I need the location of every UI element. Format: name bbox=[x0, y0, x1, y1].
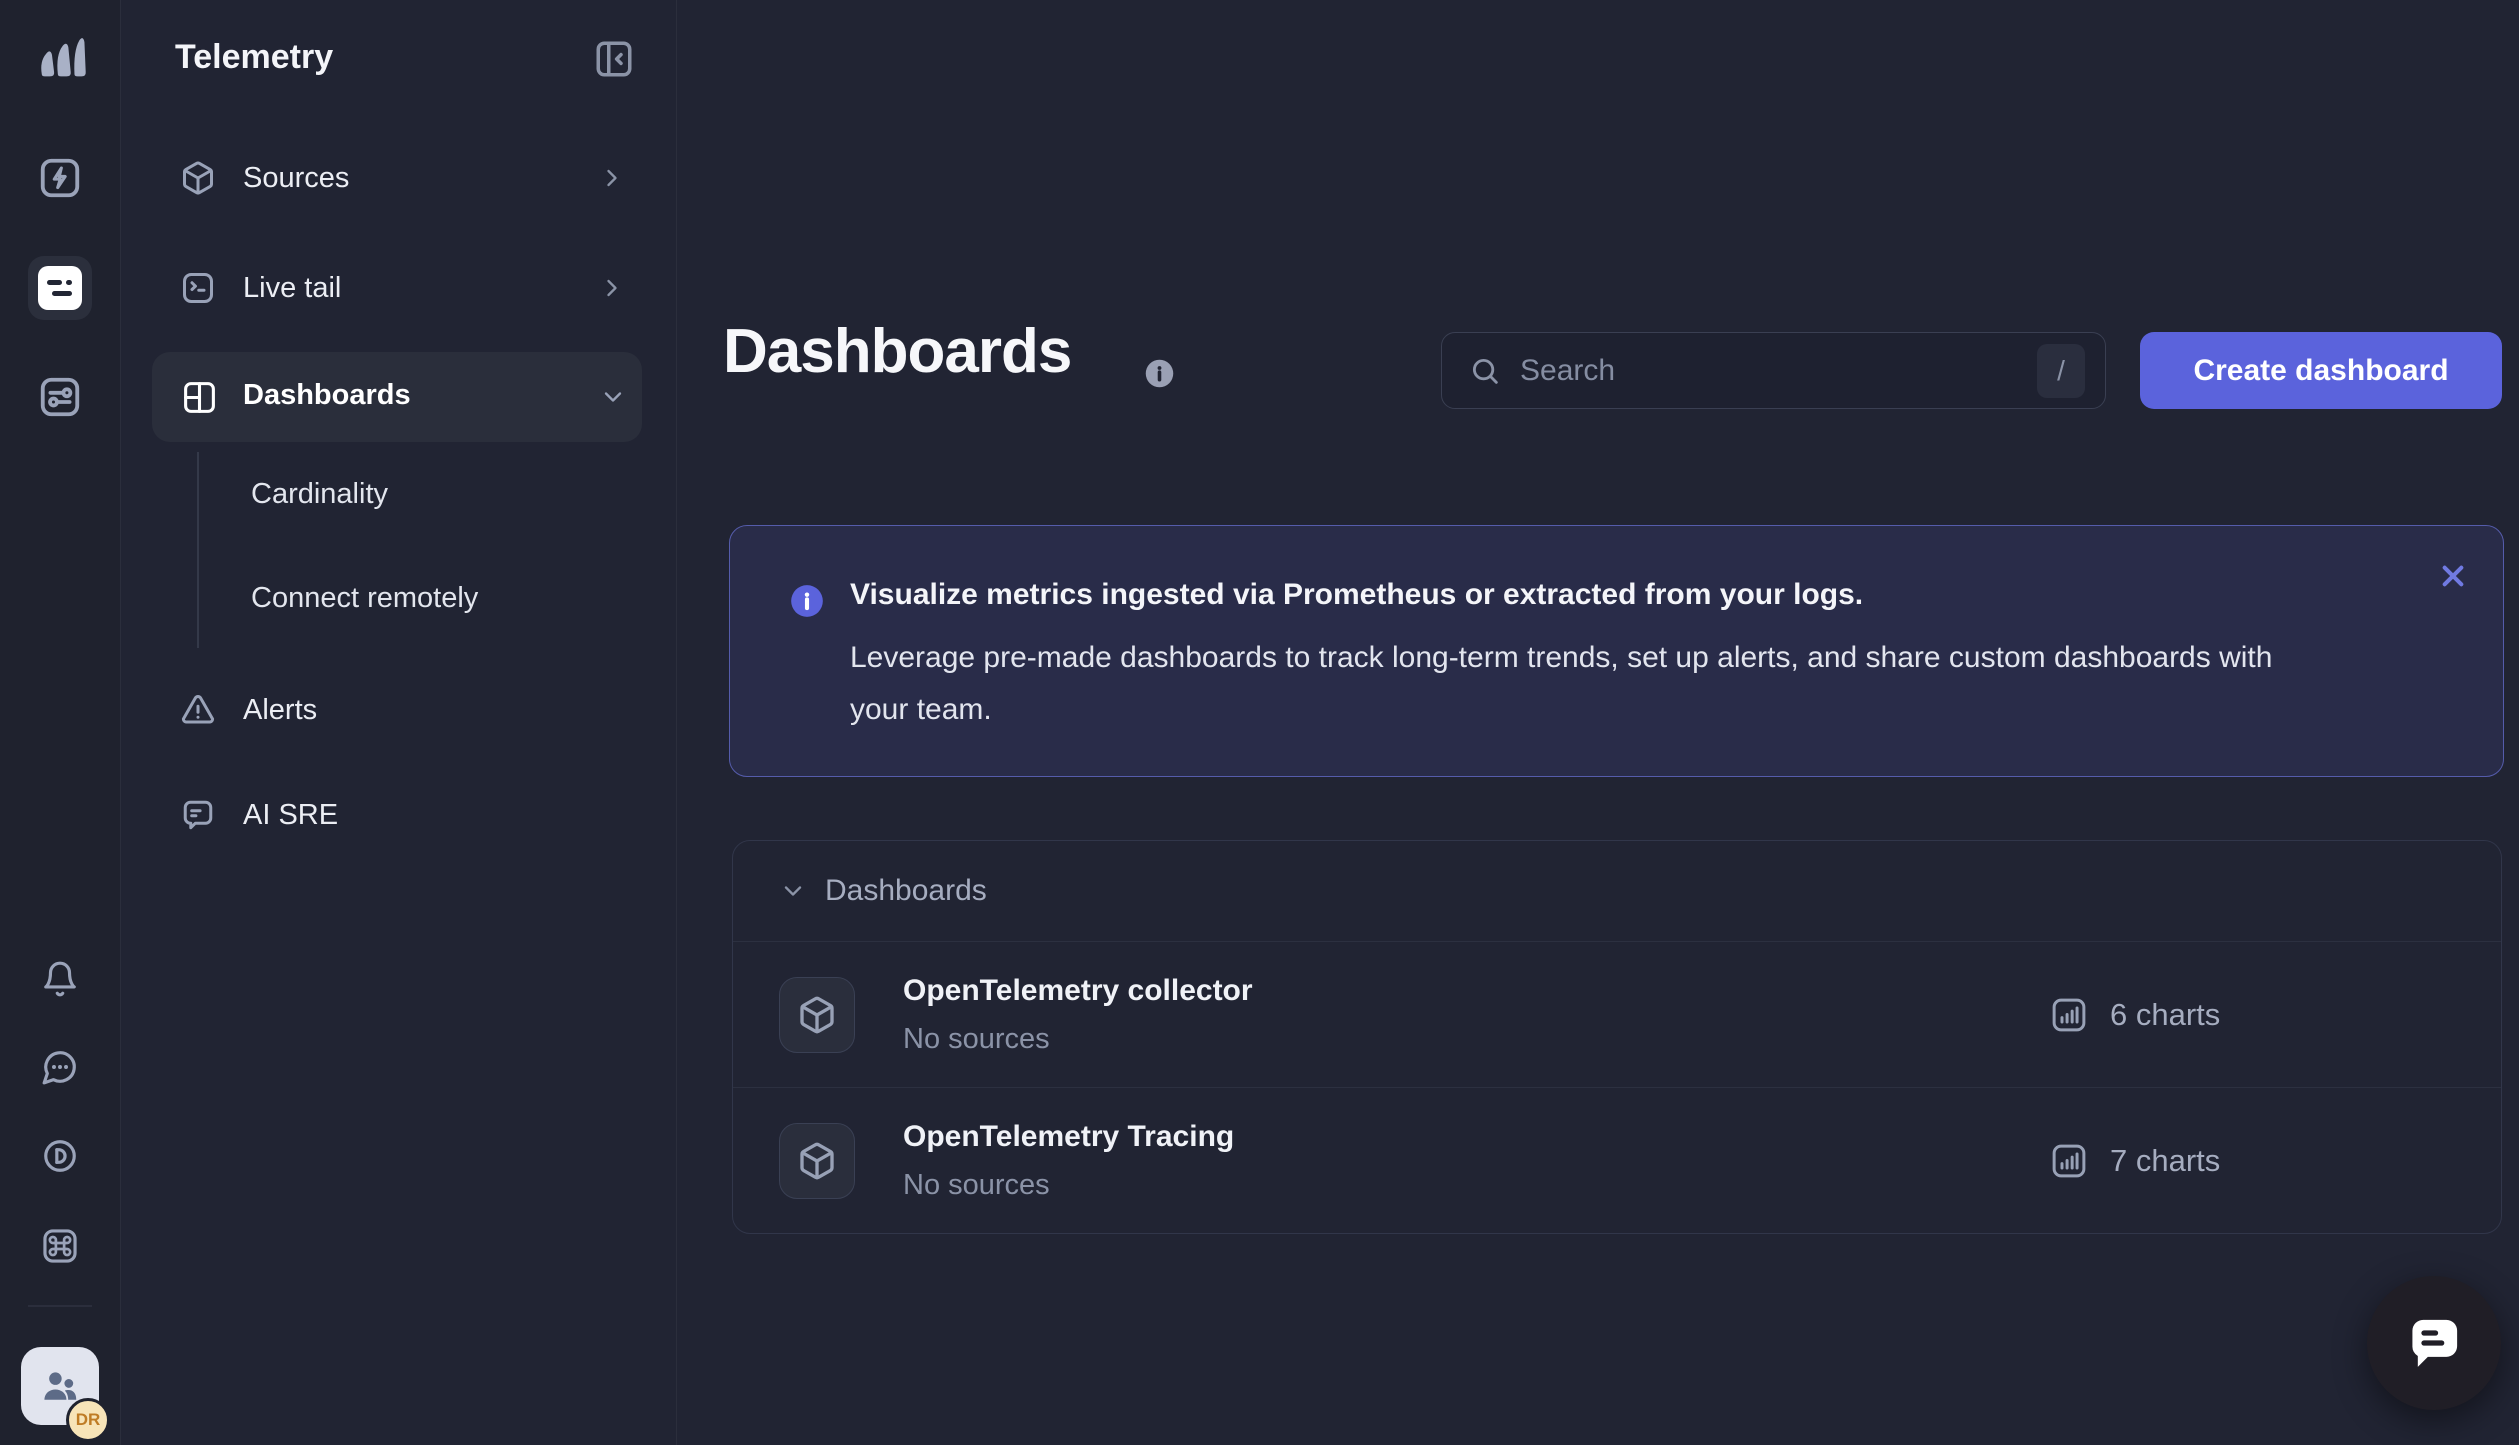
mezmo-logo-icon[interactable] bbox=[30, 26, 90, 86]
row-texts: OpenTelemetry collector No sources bbox=[903, 974, 1253, 1056]
sidebar-item-label: Live tail bbox=[243, 272, 341, 305]
chevron-right-icon bbox=[598, 164, 626, 192]
page-title: Dashboards bbox=[723, 316, 1071, 387]
support-chat-fab[interactable] bbox=[2367, 1276, 2501, 1410]
settings-sliders-icon[interactable] bbox=[37, 374, 83, 420]
pipeline-zap-icon[interactable] bbox=[37, 155, 83, 201]
rail-divider bbox=[28, 1305, 92, 1307]
bar-chart-icon bbox=[2048, 1140, 2090, 1182]
row-texts: OpenTelemetry Tracing No sources bbox=[903, 1120, 1234, 1202]
sidebar: Telemetry Sources Live tail bbox=[121, 0, 677, 1445]
charts-count-label: 7 charts bbox=[2110, 1143, 2220, 1179]
feedback-chat-icon[interactable] bbox=[41, 1048, 79, 1086]
notifications-bell-icon[interactable] bbox=[41, 960, 79, 998]
sidebar-item-label: Connect remotely bbox=[251, 582, 478, 615]
sidebar-title: Telemetry bbox=[175, 38, 333, 77]
search-icon bbox=[1468, 354, 1502, 388]
message-square-icon bbox=[180, 797, 216, 833]
group-header-label: Dashboards bbox=[825, 874, 987, 908]
sidebar-item-live-tail[interactable]: Live tail bbox=[121, 254, 677, 322]
banner-body: Leverage pre-made dashboards to track lo… bbox=[850, 632, 2290, 736]
sidebar-item-ai-sre[interactable]: AI SRE bbox=[121, 781, 677, 849]
info-circle-icon bbox=[788, 582, 826, 620]
dashboard-title: OpenTelemetry collector bbox=[903, 974, 1253, 1008]
bar-chart-icon bbox=[2048, 994, 2090, 1036]
info-banner: Visualize metrics ingested via Prometheu… bbox=[729, 525, 2504, 777]
charts-count: 7 charts bbox=[2048, 1140, 2220, 1182]
close-icon[interactable] bbox=[2433, 556, 2473, 596]
search-shortcut-badge: / bbox=[2037, 344, 2085, 398]
sidebar-item-label: Alerts bbox=[243, 694, 317, 727]
chevron-down-icon bbox=[599, 383, 627, 411]
cube-icon bbox=[180, 160, 216, 196]
sidebar-item-label: Sources bbox=[243, 162, 349, 195]
theme-contrast-icon[interactable] bbox=[41, 1137, 79, 1175]
info-icon[interactable] bbox=[1143, 357, 1176, 390]
charts-count-label: 6 charts bbox=[2110, 997, 2220, 1033]
sidebar-item-sources[interactable]: Sources bbox=[121, 144, 677, 212]
dashboard-row[interactable]: OpenTelemetry collector No sources 6 cha… bbox=[733, 941, 2501, 1087]
user-initials-badge[interactable]: DR bbox=[66, 1398, 110, 1442]
dashboards-list-card: Dashboards OpenTelemetry collector No so… bbox=[732, 840, 2502, 1234]
main-content: Dashboards / Create dashboard Visualize … bbox=[677, 0, 2519, 1445]
banner-title: Visualize metrics ingested via Prometheu… bbox=[850, 578, 2413, 612]
telemetry-nav-icon-selected[interactable] bbox=[28, 256, 92, 320]
terminal-icon bbox=[180, 270, 216, 306]
sidebar-item-connect-remotely[interactable]: Connect remotely bbox=[221, 566, 641, 630]
subnav-guide-line bbox=[197, 452, 199, 648]
icon-rail: DR bbox=[0, 0, 121, 1445]
command-menu-icon[interactable] bbox=[41, 1227, 79, 1265]
search-input[interactable] bbox=[1520, 354, 2037, 388]
chevron-down-icon bbox=[779, 877, 807, 905]
dashboard-sources: No sources bbox=[903, 1169, 1234, 1202]
dashboards-group-header[interactable]: Dashboards bbox=[733, 841, 2501, 941]
charts-count: 6 charts bbox=[2048, 994, 2220, 1036]
sidebar-item-label: Cardinality bbox=[251, 478, 388, 511]
log-lines-icon bbox=[38, 266, 82, 310]
collapse-sidebar-icon[interactable] bbox=[593, 38, 635, 80]
sidebar-item-label: Dashboards bbox=[243, 379, 411, 412]
create-dashboard-button[interactable]: Create dashboard bbox=[2140, 332, 2502, 409]
sidebar-item-alerts[interactable]: Alerts bbox=[121, 676, 677, 744]
dashboard-layout-icon bbox=[181, 379, 218, 416]
dashboard-row[interactable]: OpenTelemetry Tracing No sources 7 chart… bbox=[733, 1087, 2501, 1233]
cube-icon bbox=[779, 977, 855, 1053]
search-input-wrapper: / bbox=[1441, 332, 2106, 409]
cube-icon bbox=[779, 1123, 855, 1199]
sidebar-item-dashboards-active[interactable]: Dashboards bbox=[152, 352, 642, 442]
dashboard-sources: No sources bbox=[903, 1023, 1253, 1056]
chevron-right-icon bbox=[598, 274, 626, 302]
dashboard-title: OpenTelemetry Tracing bbox=[903, 1120, 1234, 1154]
sidebar-item-label: AI SRE bbox=[243, 799, 338, 832]
sidebar-item-cardinality[interactable]: Cardinality bbox=[221, 462, 641, 526]
alert-triangle-icon bbox=[180, 692, 216, 728]
banner-text: Visualize metrics ingested via Prometheu… bbox=[850, 578, 2413, 736]
